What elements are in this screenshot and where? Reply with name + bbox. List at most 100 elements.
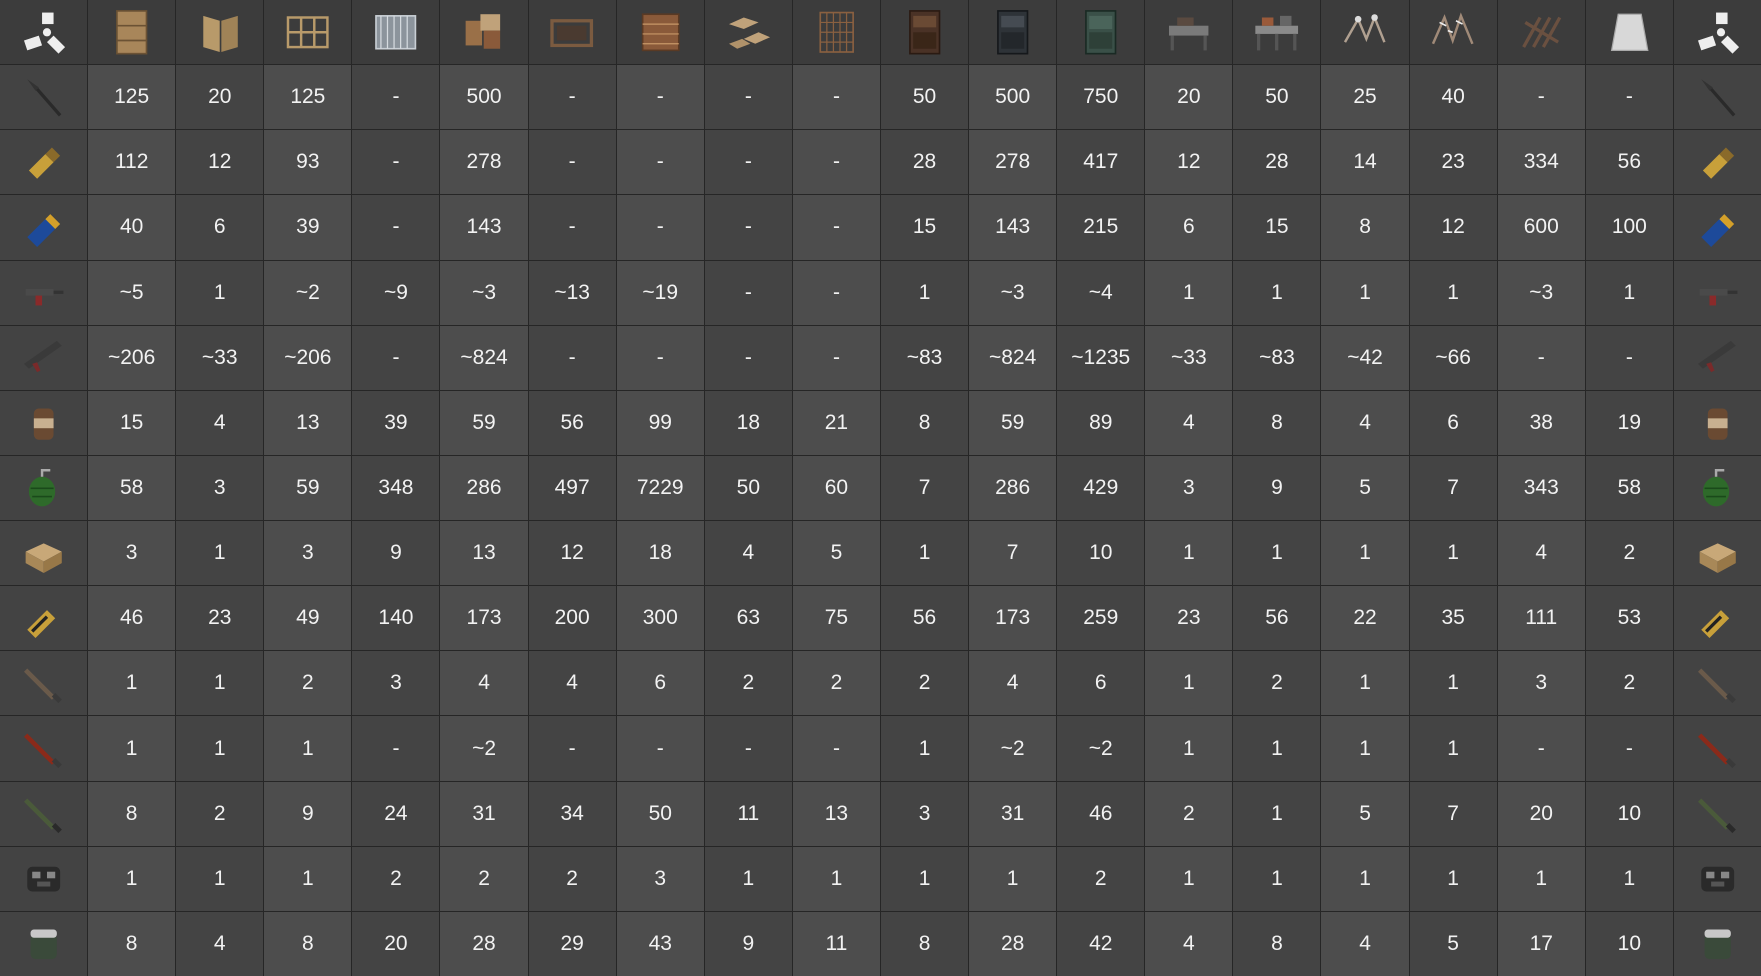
table-cell: 2	[880, 651, 969, 716]
table-cell: 56	[1233, 586, 1321, 651]
table-cell: 56	[1585, 130, 1673, 195]
table-cell: 10	[1057, 521, 1145, 586]
satchel-charge-icon	[0, 521, 88, 586]
table-cell: 14	[1321, 130, 1409, 195]
table-cell: 2	[528, 846, 616, 911]
table-cell: 23	[176, 586, 264, 651]
table-cell: 9	[264, 781, 352, 846]
table-cell: 2	[1233, 651, 1321, 716]
wooden-window-bars-icon-svg	[286, 16, 329, 49]
wooden-hatch-icon	[176, 0, 264, 65]
table-cell: -	[704, 716, 792, 781]
table-cell: 1	[1233, 781, 1321, 846]
table-cell: 38	[1497, 390, 1585, 455]
table-cell: 200	[528, 586, 616, 651]
table-cell: 23	[1145, 586, 1233, 651]
table-cell: 215	[1057, 195, 1145, 260]
barbed-barricade-icon-svg	[1344, 13, 1386, 43]
table-cell: -	[1497, 325, 1585, 390]
table-cell: 20	[1497, 781, 1585, 846]
table-cell: ~206	[88, 325, 176, 390]
shotgun-shell-icon	[1673, 195, 1761, 260]
explosive-ammo-icon	[0, 586, 88, 651]
table-cell: 40	[1409, 65, 1497, 130]
table-cell: 39	[264, 195, 352, 260]
table-cell: 8	[880, 911, 969, 976]
table-cell: ~824	[440, 325, 528, 390]
hv-rocket-icon-svg	[1697, 798, 1736, 834]
table-cell: ~13	[528, 260, 616, 325]
table-cell: 750	[1057, 65, 1145, 130]
table-cell: 9	[704, 911, 792, 976]
table-cell: -	[704, 130, 792, 195]
table-cell: 125	[88, 65, 176, 130]
table-cell: 300	[616, 586, 704, 651]
table-cell: 46	[1057, 781, 1145, 846]
table-cell: 1	[264, 846, 352, 911]
table-cell: 31	[440, 781, 528, 846]
table-cell: 50	[616, 781, 704, 846]
table-cell: 43	[616, 911, 704, 976]
metal-barricade-icon	[528, 0, 616, 65]
table-cell: 1	[880, 716, 969, 781]
table-cell: 1	[1321, 846, 1409, 911]
table-cell: 8	[880, 390, 969, 455]
table-cell: 1	[1497, 846, 1585, 911]
table-cell: -	[792, 325, 880, 390]
table-cell: 75	[792, 586, 880, 651]
revolver-icon	[1673, 260, 1761, 325]
table-cell: 20	[1145, 65, 1233, 130]
table-cell: 348	[352, 455, 440, 521]
table-cell: 58	[1585, 455, 1673, 521]
table-cell: ~19	[616, 260, 704, 325]
table-cell: 7229	[616, 455, 704, 521]
table-cell: 18	[704, 390, 792, 455]
table-cell: 10	[1585, 911, 1673, 976]
workbench-1-icon	[1145, 0, 1233, 65]
table-cell: 600	[1497, 195, 1585, 260]
assault-rifle-icon-svg	[23, 341, 62, 373]
table-cell: -	[616, 325, 704, 390]
wooden-door-icon	[88, 0, 176, 65]
table-cell: 286	[440, 455, 528, 521]
table-cell: 20	[176, 65, 264, 130]
table-cell: -	[1585, 716, 1673, 781]
table-cell: 7	[1409, 455, 1497, 521]
table-cell: 4	[1145, 390, 1233, 455]
table-cell: -	[616, 195, 704, 260]
table-cell: 3	[352, 651, 440, 716]
explosive-ammo-icon-svg	[1701, 610, 1729, 638]
table-cell: ~824	[969, 325, 1057, 390]
table-cell: 259	[1057, 586, 1145, 651]
table-cell: 42	[1057, 911, 1145, 976]
table-cell: 497	[528, 455, 616, 521]
assault-rifle-icon-svg	[1697, 341, 1736, 373]
table-cell: -	[616, 716, 704, 781]
table-cell: 1	[176, 846, 264, 911]
table-cell: 1	[792, 846, 880, 911]
concrete-barricade-icon	[1585, 0, 1673, 65]
table-cell: 13	[264, 390, 352, 455]
table-cell: ~33	[1145, 325, 1233, 390]
beancan-grenade-icon-svg	[33, 408, 54, 440]
table-cell: 12	[1145, 130, 1233, 195]
table-cell: 11	[704, 781, 792, 846]
table-cell: 8	[88, 911, 176, 976]
table-cell: 31	[969, 781, 1057, 846]
metal-window-bars-icon	[352, 0, 440, 65]
shotgun-shell-icon	[0, 195, 88, 260]
table-cell: 500	[969, 65, 1057, 130]
table-cell: 28	[440, 911, 528, 976]
table-cell: 11	[792, 911, 880, 976]
table-cell: 4	[1321, 911, 1409, 976]
table-cell: 1	[1409, 260, 1497, 325]
metal-crate-icon-svg	[641, 13, 680, 51]
table-cell: 3	[616, 846, 704, 911]
table-cell: 58	[88, 455, 176, 521]
table-cell: 63	[704, 586, 792, 651]
table-cell: 50	[1233, 65, 1321, 130]
table-cell: 1	[1145, 260, 1233, 325]
table-cell: -	[1497, 65, 1585, 130]
table-cell: 20	[352, 911, 440, 976]
table-cell: -	[352, 325, 440, 390]
